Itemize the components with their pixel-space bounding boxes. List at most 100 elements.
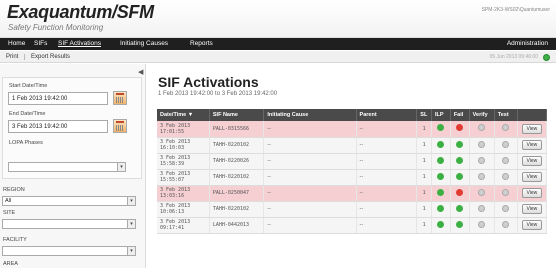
toolbar-datetime: 05 Jun 2013 09:46:00 — [489, 54, 538, 60]
collapse-left-icon[interactable]: ◀ — [138, 68, 143, 76]
ilp-status-icon — [437, 204, 445, 212]
cell-datetime: 3 Feb 2013 13:03:16 — [157, 185, 210, 202]
cell-test — [494, 185, 518, 202]
end-calendar-icon[interactable] — [113, 119, 127, 133]
cell-parent: -- — [356, 137, 418, 154]
test-status-icon — [502, 156, 510, 164]
end-date-input[interactable]: 3 Feb 2013 19:42:00 — [8, 120, 108, 133]
fail-status-icon — [456, 220, 464, 228]
cell-fail — [450, 121, 470, 138]
filter-sidebar: ◀ Start Date/Time 1 Feb 2013 19:42:00 En… — [0, 64, 146, 268]
fail-status-icon — [456, 140, 464, 148]
col-parent[interactable]: Parent — [356, 109, 418, 121]
cell-sif-name: TAHH-0220102 — [209, 201, 265, 218]
cell-parent: -- — [356, 217, 418, 234]
view-button[interactable]: View — [521, 140, 543, 150]
view-button[interactable]: View — [521, 188, 543, 198]
col-initiating-cause[interactable]: Initiating Cause — [263, 109, 357, 121]
nav-initiating-causes[interactable]: Initiating Causes — [120, 40, 168, 47]
app-subtitle: Safety Function Monitoring — [8, 23, 104, 32]
cell-sif-name: LAHH-0442013 — [209, 217, 265, 234]
cell-datetime: 3 Feb 2013 16:10:03 — [157, 137, 210, 154]
test-status-icon — [502, 204, 510, 212]
table-row[interactable]: 3 Feb 2013 15:58:39 TAHH-0220026 -- -- 1 View — [157, 153, 548, 170]
start-calendar-icon[interactable] — [113, 91, 127, 105]
nav-sif-activations[interactable]: SIF Activations — [58, 40, 101, 47]
region-label: REGION — [3, 187, 25, 193]
page-subtitle: 1 Feb 2013 19:42:00 to 3 Feb 2013 19:42:… — [158, 91, 278, 97]
cell-datetime: 3 Feb 2013 15:58:39 — [157, 153, 210, 170]
view-button[interactable]: View — [521, 220, 543, 230]
user-info: SPM-2K3-WS02\Quantumuser — [481, 7, 550, 13]
app-header: Exaquantum/SFM Safety Function Monitorin… — [0, 0, 556, 38]
table-row[interactable]: 3 Feb 2013 09:17:41 LAHH-0442013 -- -- 1 View — [157, 217, 548, 234]
view-button[interactable]: View — [521, 204, 543, 214]
view-button[interactable]: View — [521, 156, 543, 166]
nav-sifs[interactable]: SIFs — [34, 40, 47, 47]
cell-actions: View — [517, 169, 548, 186]
start-date-input[interactable]: 1 Feb 2013 19:42:00 — [8, 92, 108, 105]
fail-status-icon — [456, 124, 464, 132]
cell-initiating-cause: -- — [263, 217, 357, 234]
activations-table: Date/Time ▼ SIF Name Initiating Cause Pa… — [157, 109, 548, 234]
cell-parent: -- — [356, 201, 418, 218]
col-test[interactable]: Test — [494, 109, 518, 121]
cell-datetime: 3 Feb 2013 15:55:07 — [157, 169, 210, 186]
table-row[interactable]: 3 Feb 2013 10:06:13 TAHH-0220102 -- -- 1 View — [157, 201, 548, 218]
verify-status-icon — [478, 220, 486, 228]
table-row[interactable]: 3 Feb 2013 13:03:16 PALL-0250047 -- -- 1 View — [157, 185, 548, 202]
col-sl[interactable]: SL — [416, 109, 432, 121]
facility-select[interactable]: ▾ — [2, 246, 136, 256]
table-row[interactable]: 3 Feb 2013 17:01:55 PALL-0315566 -- -- 1 View — [157, 121, 548, 138]
nav-reports[interactable]: Reports — [190, 40, 213, 47]
cell-ilp — [431, 201, 451, 218]
cell-fail — [450, 137, 470, 154]
cell-sif-name: PALL-0250047 — [209, 185, 265, 202]
export-results-button[interactable]: Export Results — [31, 54, 70, 60]
nav-administration[interactable]: Administration — [507, 40, 548, 47]
cell-parent: -- — [356, 153, 418, 170]
col-sif-name[interactable]: SIF Name — [209, 109, 265, 121]
view-button[interactable]: View — [521, 123, 543, 134]
table-row[interactable]: 3 Feb 2013 15:55:07 TAHH-0220102 -- -- 1 View — [157, 169, 548, 186]
chevron-down-icon: ▾ — [127, 247, 135, 255]
cell-parent: -- — [356, 185, 418, 202]
test-status-icon — [502, 140, 510, 148]
cell-verify — [469, 217, 495, 234]
print-button[interactable]: Print — [6, 54, 18, 60]
cell-initiating-cause: -- — [263, 185, 357, 202]
cell-ilp — [431, 185, 451, 202]
nav-home[interactable]: Home — [8, 40, 25, 47]
verify-status-icon — [478, 124, 486, 132]
cell-parent: -- — [356, 121, 418, 138]
cell-sif-name: TAHH-0220102 — [209, 137, 265, 154]
region-select[interactable]: All ▾ — [2, 196, 136, 206]
verify-status-icon — [478, 188, 486, 196]
ilp-status-icon — [437, 140, 445, 148]
site-label: SITE — [3, 210, 16, 216]
cell-ilp — [431, 153, 451, 170]
start-date-label: Start Date/Time — [9, 83, 48, 89]
cell-initiating-cause: -- — [263, 169, 357, 186]
cell-sl: 1 — [416, 201, 432, 218]
cell-verify — [469, 153, 495, 170]
col-ilp[interactable]: ILP — [431, 109, 451, 121]
lopa-phases-select[interactable]: ▾ — [8, 162, 126, 172]
view-button[interactable]: View — [521, 172, 543, 182]
ilp-status-icon — [437, 220, 445, 228]
col-fail[interactable]: Fail — [450, 109, 470, 121]
cell-verify — [469, 201, 495, 218]
site-select[interactable]: ▾ — [2, 219, 136, 229]
cell-test — [494, 201, 518, 218]
col-datetime[interactable]: Date/Time ▼ — [157, 109, 210, 121]
table-row[interactable]: 3 Feb 2013 16:10:03 TAHH-0220102 -- -- 1 View — [157, 137, 548, 154]
status-ok-icon — [543, 54, 550, 61]
col-actions — [517, 109, 548, 121]
col-verify[interactable]: Verify — [469, 109, 495, 121]
cell-ilp — [431, 121, 451, 138]
cell-sl: 1 — [416, 185, 432, 202]
cell-test — [494, 169, 518, 186]
cell-test — [494, 121, 518, 138]
test-status-icon — [502, 124, 510, 132]
cell-fail — [450, 169, 470, 186]
